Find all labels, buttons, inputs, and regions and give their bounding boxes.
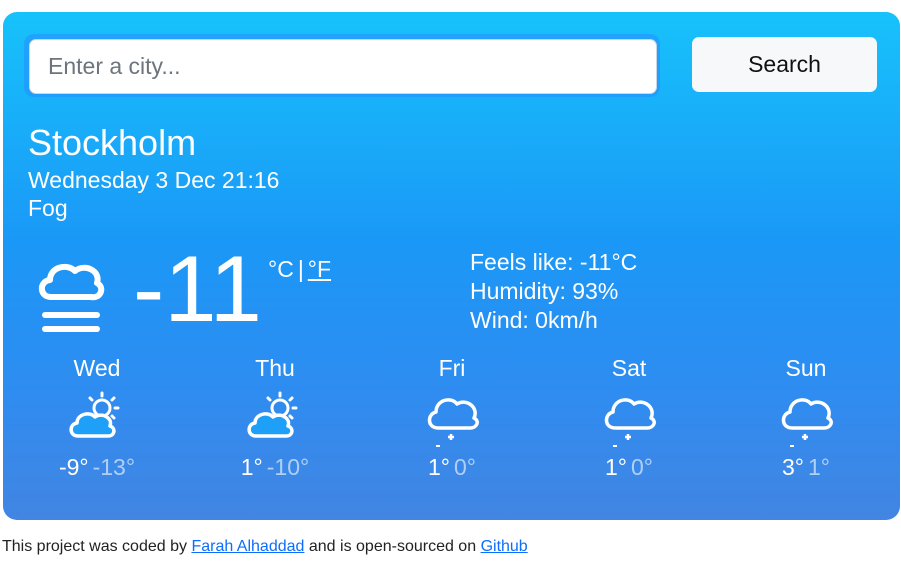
github-link[interactable]: Github <box>481 538 528 555</box>
forecast-temps: 1° -10° <box>215 454 335 481</box>
snow-icon <box>781 398 833 447</box>
wind: Wind: 0km/h <box>470 307 598 333</box>
forecast-temps: 1° 0° <box>392 454 512 481</box>
forecast-day-name: Thu <box>255 355 295 381</box>
unit-separator: | <box>297 256 304 282</box>
weather-condition: Fog <box>28 195 68 221</box>
weather-card: Search Stockholm Wednesday 3 Dec 21:16 F… <box>3 12 900 520</box>
snow-icon <box>427 398 479 447</box>
search-focus-ring <box>24 34 660 97</box>
forecast-day: Sat 1° 0° <box>569 355 689 481</box>
search-button[interactable]: Search <box>692 37 877 92</box>
forecast-low: 1° <box>808 454 830 480</box>
forecast-day-name: Sun <box>785 355 827 381</box>
feels-like: Feels like: -11°C <box>470 249 638 275</box>
forecast-day-name: Wed <box>73 355 121 381</box>
forecast-high: 3° <box>782 454 804 480</box>
forecast-temps: 1° 0° <box>569 454 689 481</box>
forecast-high: 1° <box>240 454 263 480</box>
forecast-temps: -9° -13° <box>37 454 157 481</box>
forecast-high: -9° <box>58 454 89 480</box>
weather-details: Feels like: -11°C Humidity: 93% Wind: 0k… <box>470 248 637 335</box>
forecast-temps: 3° 1° <box>746 454 866 481</box>
author-link[interactable]: Farah Alhaddad <box>191 538 304 555</box>
partly-cloudy-icon <box>69 391 120 438</box>
celsius-unit: °C <box>268 256 294 282</box>
forecast-day-name: Sat <box>611 355 647 381</box>
fog-icon <box>38 263 105 332</box>
forecast-day-name: Fri <box>438 355 466 381</box>
forecast-low: 0° <box>631 454 653 480</box>
forecast-low: -13° <box>92 454 136 480</box>
forecast-day: Sun 3° 1° <box>746 355 866 481</box>
forecast-low: 0° <box>454 454 476 480</box>
city-name: Stockholm <box>28 122 197 163</box>
forecast-day: Fri 1° 0° <box>392 355 512 481</box>
snow-icon <box>604 398 656 447</box>
city-search-input[interactable] <box>29 39 657 94</box>
fahrenheit-link[interactable]: °F <box>308 256 331 282</box>
humidity: Humidity: 93% <box>470 278 619 304</box>
footer-text: and is open-sourced on <box>308 538 477 555</box>
forecast-high: 1° <box>605 454 627 480</box>
unit-toggle: °C | °F <box>268 256 331 283</box>
current-datetime: Wednesday 3 Dec 21:16 <box>28 167 280 193</box>
forecast-low: -10° <box>266 454 310 480</box>
forecast-row: Wed -9° -13° Thu 1° -10° Fri 1° 0° Sat 1… <box>3 355 900 505</box>
forecast-high: 1° <box>428 454 450 480</box>
current-temperature: -11 <box>133 236 262 341</box>
footer-text: This project was coded by <box>2 538 187 555</box>
partly-cloudy-icon <box>247 391 298 438</box>
forecast-day: Thu 1° -10° <box>215 355 335 481</box>
footer: This project was coded by Farah Alhaddad… <box>2 538 528 556</box>
forecast-day: Wed -9° -13° <box>37 355 157 481</box>
